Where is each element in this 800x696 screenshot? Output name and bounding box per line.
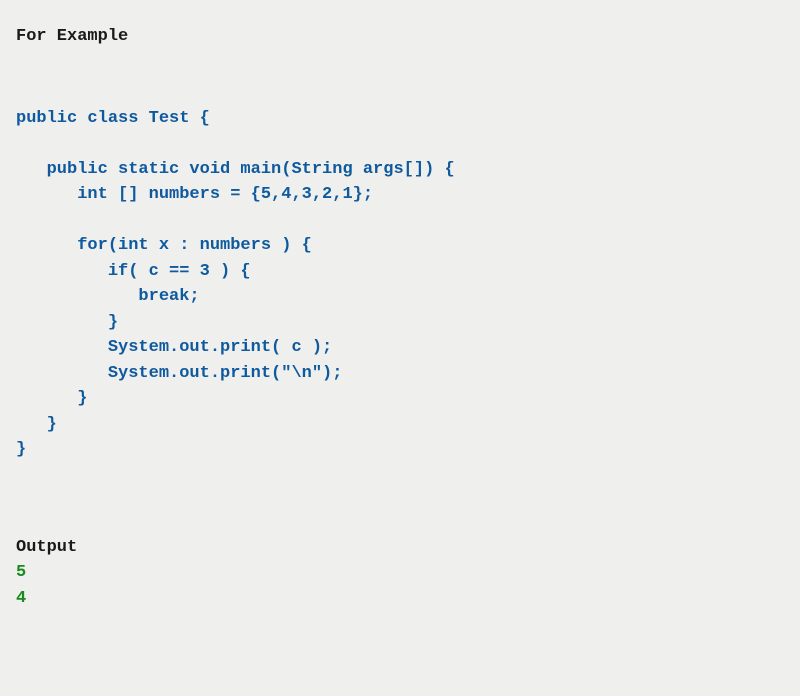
output-line-1: 5 bbox=[16, 560, 784, 586]
example-heading: For Example bbox=[16, 24, 784, 50]
code-block: public class Test { public static void m… bbox=[16, 106, 784, 463]
output-label: Output bbox=[16, 535, 784, 561]
output-line-2: 4 bbox=[16, 586, 784, 612]
